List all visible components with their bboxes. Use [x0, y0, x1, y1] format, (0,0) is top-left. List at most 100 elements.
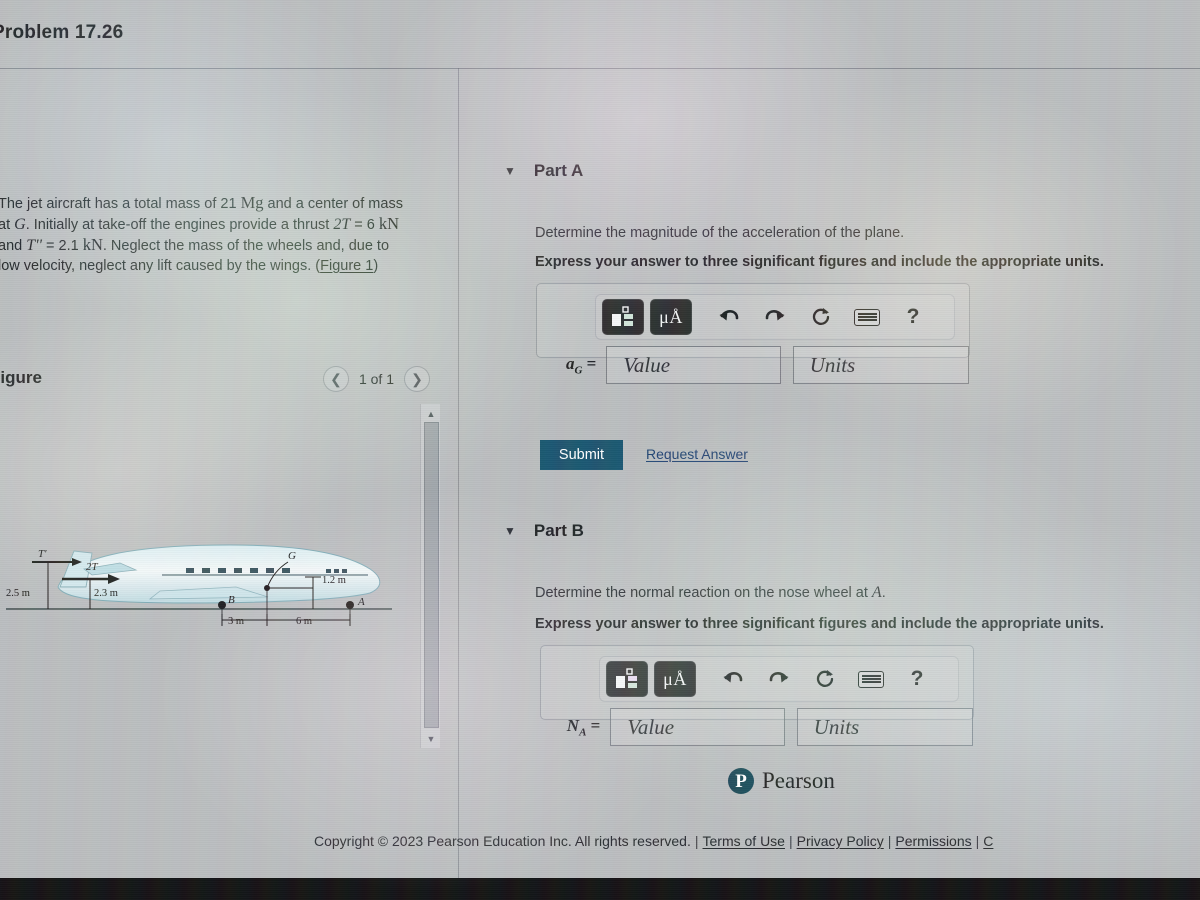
units-icon-label-b: μÅ	[663, 668, 687, 689]
redo-arrow-icon-b[interactable]	[756, 661, 802, 697]
part-a-toolbar: μÅ ?	[595, 294, 955, 340]
diagram-dim-2-3m: 2.3 m	[94, 588, 118, 599]
statement-seg-8: and	[0, 238, 27, 254]
figure-link[interactable]: Figure 1	[320, 258, 373, 274]
figure-panel-header: Figure ❮ 1 of 1 ❯	[0, 366, 438, 398]
problem-statement: The jet aircraft has a total mass of 21 …	[0, 193, 410, 276]
footer-sep-4: |	[975, 833, 980, 849]
statement-seg-4: . Initially at take-off the engines prov…	[25, 217, 334, 233]
diagram-label-cg: G	[288, 550, 296, 562]
part-a-submit-button[interactable]: Submit	[540, 440, 623, 470]
part-a-variable-label: aG =	[537, 354, 606, 376]
answer-column: ▼ Part A Determine the magnitude of the …	[470, 68, 1200, 878]
diagram-dim-1-2m: 1.2 m	[322, 575, 346, 586]
part-b-variable: N	[566, 715, 580, 735]
statement-unit-kn-1: kN	[378, 214, 400, 233]
part-b-variable-label: NA =	[541, 716, 610, 738]
figure-navigation: ❮ 1 of 1 ❯	[322, 366, 430, 392]
help-label: ?	[906, 305, 920, 328]
figure-counter: 1 of 1	[358, 371, 394, 387]
part-a-question-post: .	[900, 225, 905, 241]
chevron-down-icon[interactable]: ▼	[504, 165, 516, 177]
part-a-request-answer-link[interactable]: Request Answer	[646, 446, 748, 462]
part-b-toolbar: μÅ ?	[599, 656, 959, 702]
part-a-header[interactable]: ▼ Part A	[504, 161, 583, 181]
part-b-instruction: Express your answer to three significant…	[535, 616, 1104, 632]
footer-link-truncated[interactable]: C	[983, 833, 993, 849]
screen-bezel-bottom	[0, 878, 1200, 900]
diagram-label-thrust-upper: T′	[38, 548, 47, 560]
pearson-wordmark: Pearson	[762, 768, 835, 793]
part-b-equals: =	[590, 715, 601, 735]
part-a-equals: =	[586, 353, 597, 373]
statement-var-2t: 2T	[333, 216, 351, 233]
footer-sep-2: |	[788, 833, 793, 849]
part-a-units-input[interactable]: Units	[792, 346, 969, 384]
figure-panel-label: Figure	[0, 368, 42, 387]
part-b-question-math: A	[871, 584, 882, 601]
part-b-question-post: .	[881, 585, 886, 601]
part-b-variable-sub: A	[579, 726, 587, 739]
part-b-title: Part B	[533, 521, 584, 540]
part-a-question: Determine the magnitude of the accelerat…	[535, 223, 1175, 243]
chevron-right-icon[interactable]: ❯	[404, 366, 430, 392]
units-icon-label: μÅ	[659, 306, 683, 327]
statement-var-g: G	[14, 216, 26, 233]
statement-seg-14: )	[373, 258, 379, 274]
footer-sep-3: |	[887, 833, 892, 849]
diagram-label-thrust-lower: 2T	[86, 561, 99, 573]
statement-seg-10: = 2.1	[41, 238, 83, 254]
page-title: Problem 17.26	[0, 22, 124, 43]
pearson-logo: P Pearson	[728, 768, 835, 794]
diagram-dim-3m: 3 m	[228, 616, 244, 627]
statement-unit-kn-2: kN	[82, 235, 103, 254]
diagram-dim-6m: 6 m	[296, 616, 312, 627]
help-question-icon-b[interactable]: ?	[894, 661, 940, 697]
part-a-instruction: Express your answer to three significant…	[535, 254, 1104, 270]
figure-scrollbar[interactable]: ▲ ▼	[420, 404, 440, 748]
part-b-question-pre: Determine the normal reaction on the nos…	[535, 585, 872, 601]
footer-link-terms[interactable]: Terms of Use	[703, 833, 785, 849]
diagram-label-wheel-b: B	[228, 594, 235, 606]
footer-link-permissions[interactable]: Permissions	[895, 833, 971, 849]
keyboard-icon-b[interactable]	[848, 661, 894, 697]
statement-seg-6: = 6	[350, 217, 379, 233]
help-question-icon[interactable]: ?	[890, 299, 936, 335]
units-micro-angstrom-icon[interactable]: μÅ	[650, 299, 692, 335]
part-b-header[interactable]: ▼ Part B	[504, 521, 584, 541]
part-a-title: Part A	[533, 161, 584, 180]
diagram-label-wheel-a: A	[357, 596, 365, 608]
keyboard-icon[interactable]	[844, 299, 890, 335]
footer-sep-1: |	[694, 833, 699, 849]
help-label-b: ?	[910, 667, 924, 690]
screenshot-root: Problem 17.26 The jet aircraft has a tot…	[0, 0, 1200, 900]
reset-circular-arrow-icon-b[interactable]	[802, 661, 848, 697]
scrollbar-thumb[interactable]	[424, 422, 439, 728]
statement-unit-mg: Mg	[240, 193, 264, 212]
redo-arrow-icon[interactable]	[752, 299, 798, 335]
header-divider	[0, 68, 1200, 69]
column-divider	[458, 68, 459, 878]
part-b-field-row: NA = Value Units	[541, 708, 973, 746]
figure-pane: T′ 2T G B A 2.5 m 2.3 m 1.2 m 3 m 6 m	[0, 402, 436, 745]
undo-arrow-icon-b[interactable]	[710, 661, 756, 697]
reset-circular-arrow-icon[interactable]	[798, 299, 844, 335]
undo-arrow-icon[interactable]	[706, 299, 752, 335]
scroll-up-arrow-icon[interactable]: ▲	[421, 406, 441, 421]
part-b-question: Determine the normal reaction on the nos…	[535, 583, 1175, 603]
math-template-icon-b[interactable]	[606, 661, 648, 697]
part-a-value-input[interactable]: Value	[606, 346, 781, 384]
part-a-variable-sub: G	[574, 364, 583, 377]
scroll-down-arrow-icon[interactable]: ▼	[421, 731, 441, 746]
part-a-answer-box: μÅ ? aG = Value Units	[536, 283, 970, 384]
footer: Copyright © 2023 Pearson Education Inc. …	[314, 833, 1200, 859]
units-micro-angstrom-icon-b[interactable]: μÅ	[654, 661, 696, 697]
aircraft-diagram: T′ 2T G B A 2.5 m 2.3 m 1.2 m 3 m 6 m	[6, 544, 392, 627]
footer-copyright: Copyright © 2023 Pearson Education Inc. …	[314, 833, 691, 849]
part-b-value-input[interactable]: Value	[610, 708, 785, 746]
part-b-units-input[interactable]: Units	[796, 708, 973, 746]
chevron-left-icon[interactable]: ❮	[322, 366, 349, 392]
footer-link-privacy[interactable]: Privacy Policy	[797, 833, 884, 849]
chevron-down-icon-b[interactable]: ▼	[504, 525, 516, 537]
math-template-icon[interactable]	[602, 299, 644, 335]
